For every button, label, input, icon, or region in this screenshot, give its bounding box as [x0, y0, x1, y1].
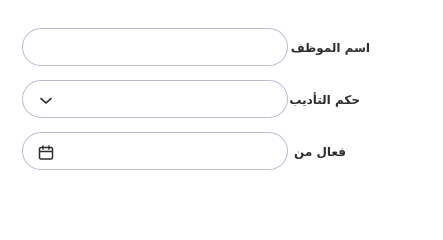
- employee-name-label: اسم الموظف: [290, 41, 370, 55]
- disciplinary-ruling-row: حكم التأديب: [22, 80, 422, 120]
- chevron-down-icon[interactable]: [37, 92, 55, 110]
- employee-name-row: اسم الموظف: [22, 28, 422, 68]
- disciplinary-ruling-label: حكم التأديب: [289, 93, 360, 107]
- effective-from-row: فعال من: [22, 132, 422, 172]
- effective-from-date-input[interactable]: [22, 132, 288, 170]
- effective-from-label: فعال من: [294, 145, 346, 159]
- employee-name-input[interactable]: [22, 28, 288, 66]
- calendar-icon[interactable]: [37, 144, 55, 162]
- disciplinary-ruling-select[interactable]: [22, 80, 288, 118]
